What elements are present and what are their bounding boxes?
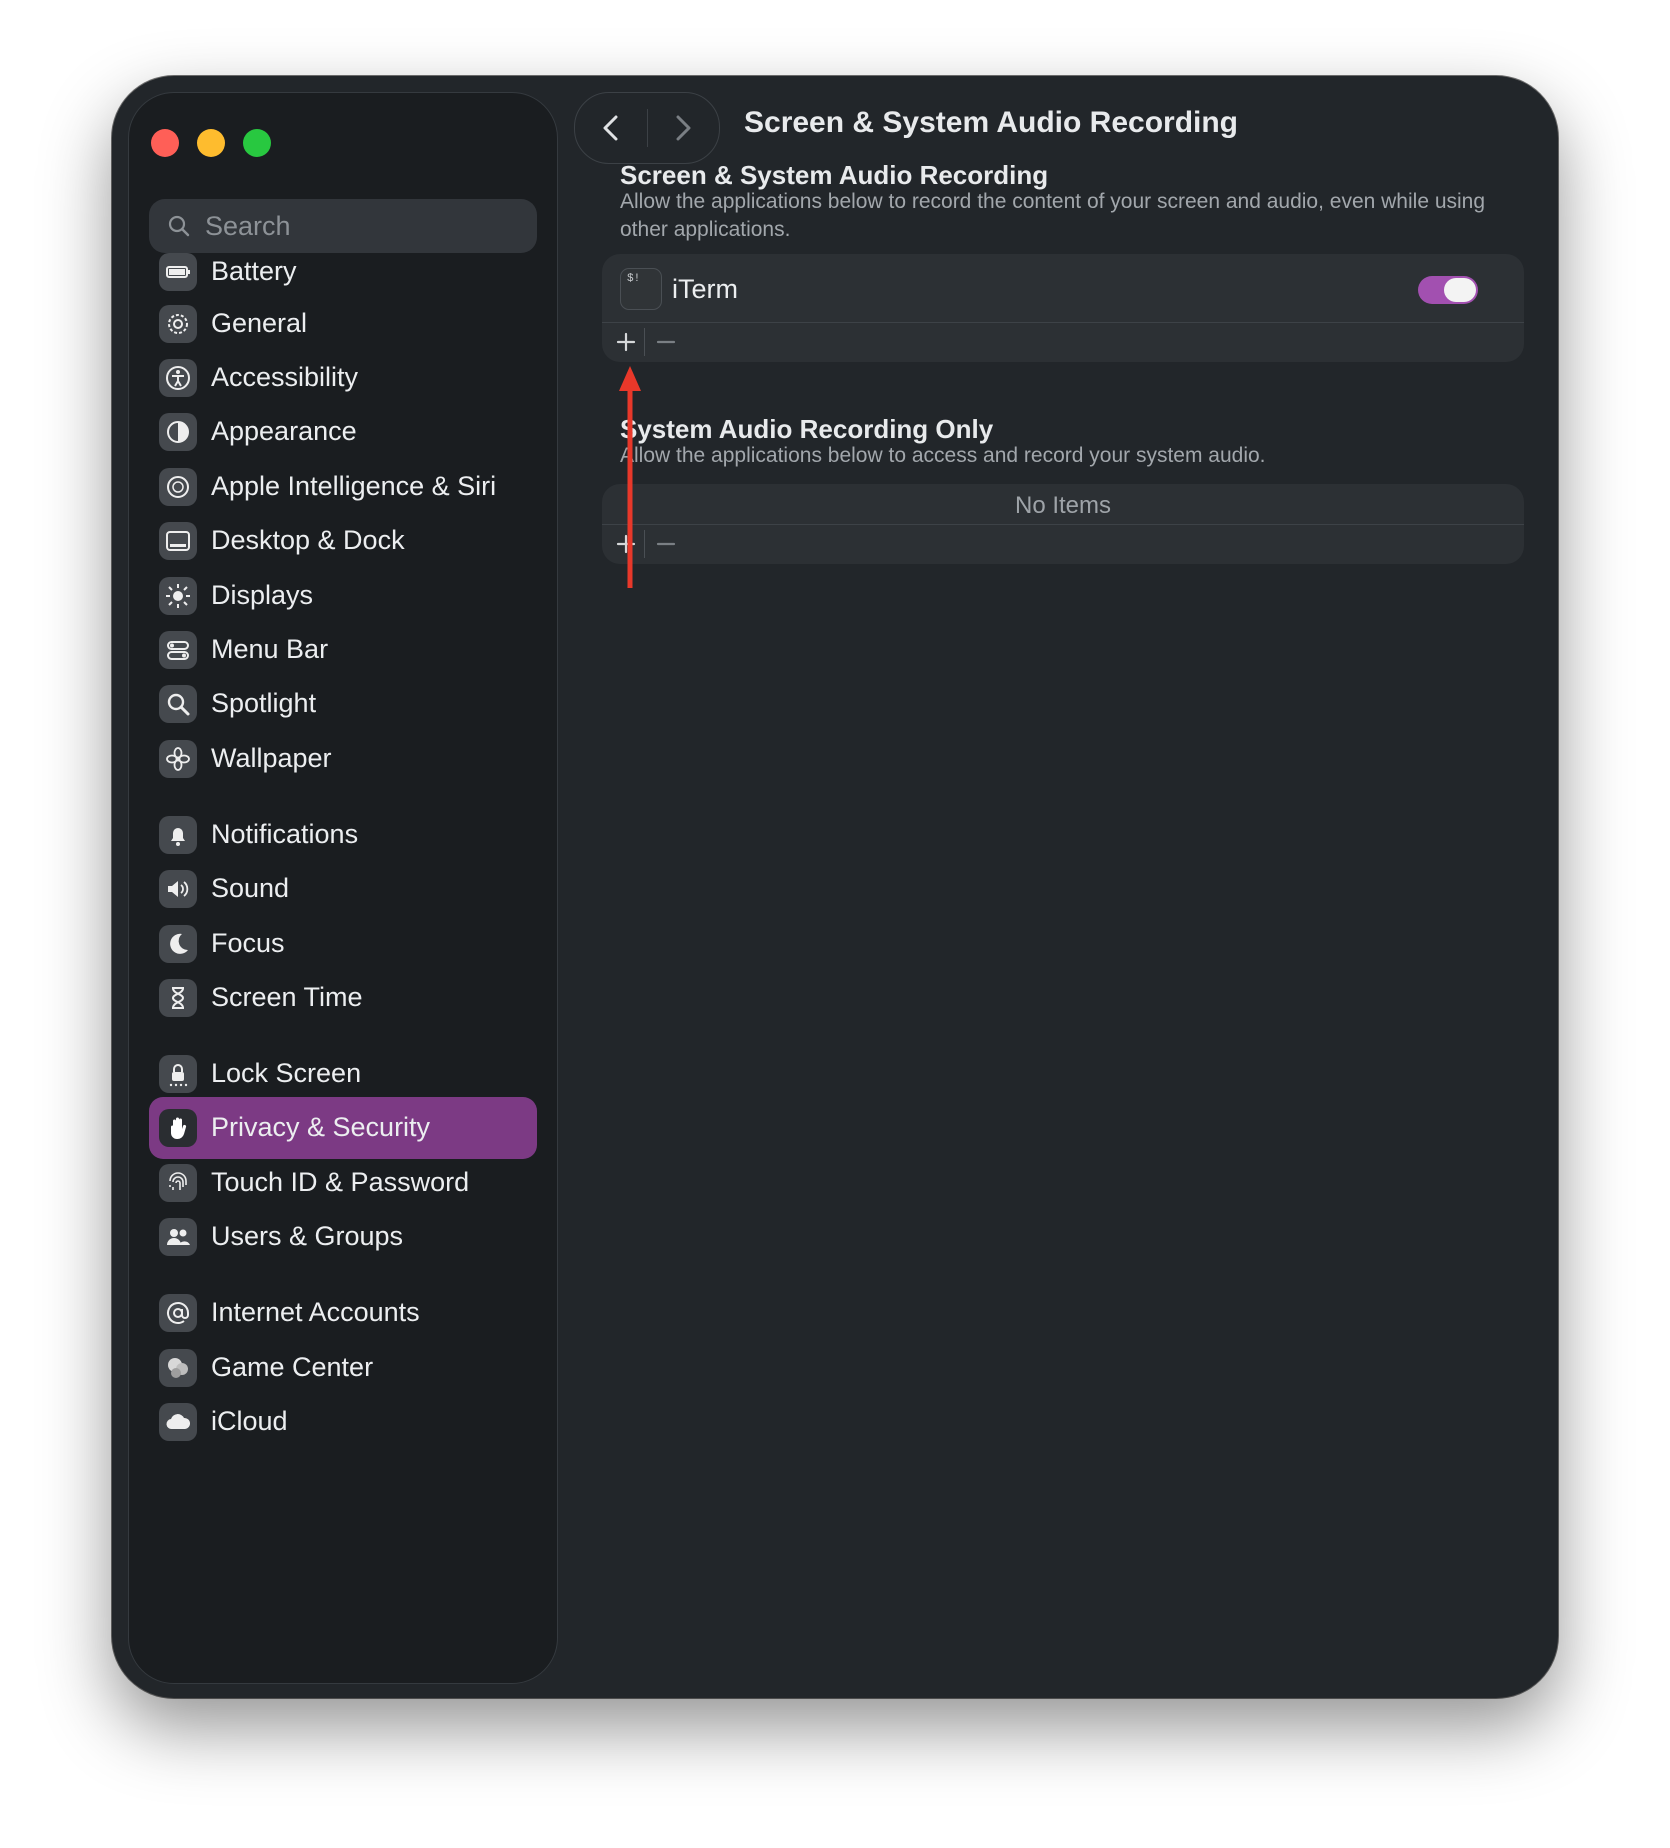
annotation-arrow <box>619 366 641 588</box>
settings-window: Battery Search General Accessibility App… <box>112 76 1558 1698</box>
